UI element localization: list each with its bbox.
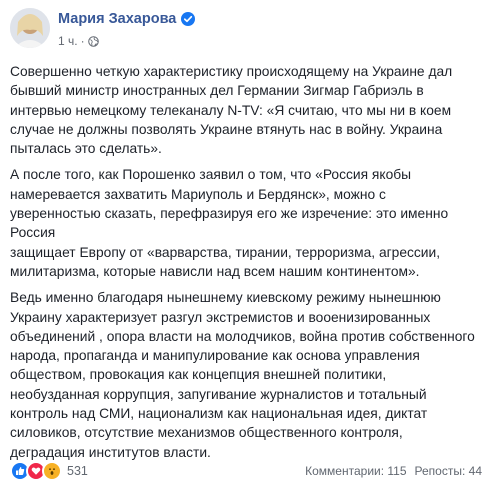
post-meta: 1 ч. · [58,34,99,48]
reactions-summary[interactable]: 531 [10,461,88,481]
comments-count-link[interactable]: Комментарии: 115 [305,464,406,478]
post-paragraph-1: Совершенно четкую характеристику происхо… [10,64,453,157]
reaction-count: 531 [67,464,88,478]
globe-icon[interactable] [87,35,99,47]
meta-separator: · [80,34,85,48]
post-paragraph-2: А после того, как Порошенко заявил о том… [10,167,449,279]
post-footer: 531 Комментарии: 115 Репосты: 44 [10,461,482,481]
avatar-image [10,8,50,48]
post-stats: Комментарии: 115 Репосты: 44 [305,464,482,478]
verified-icon [181,12,196,26]
shares-count-link[interactable]: Репосты: 44 [415,464,482,478]
avatar[interactable] [10,8,50,48]
author-name[interactable]: Мария Захарова [58,11,176,27]
wow-reaction-icon [42,461,62,481]
post-header: Мария Захарова 1 ч. · [10,8,480,58]
facebook-post: Мария Захарова 1 ч. · Совершенно четкую … [0,0,492,493]
post-paragraph-3: Ведь именно благодаря нынешнему киевском… [10,290,475,460]
name-row: Мария Захарова [58,11,196,27]
post-time[interactable]: 1 ч. [58,34,78,48]
post-text: Совершенно четкую характеристику происхо… [10,62,482,469]
